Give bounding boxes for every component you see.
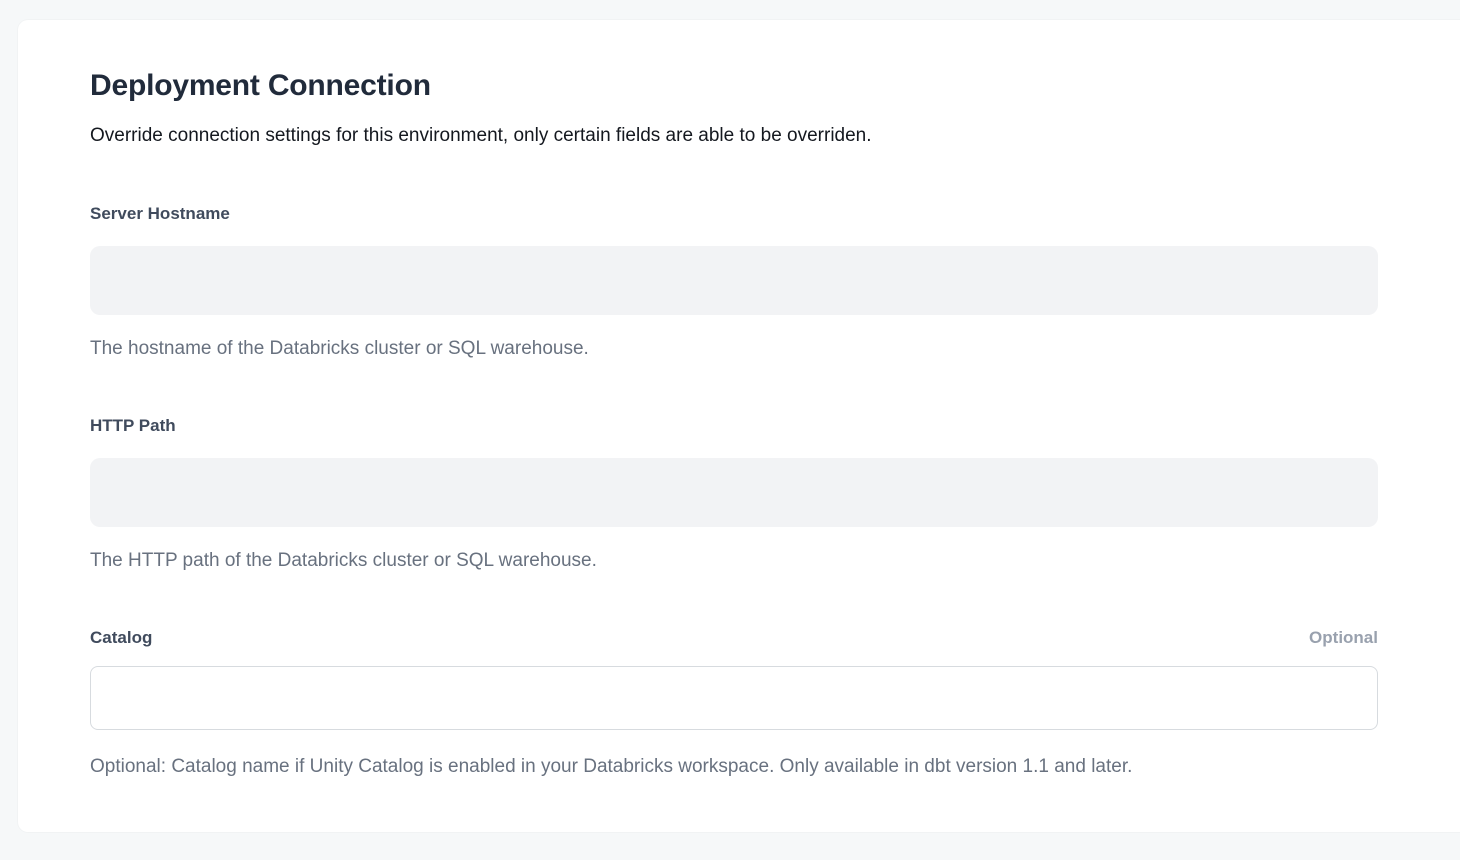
form-group-http-path: HTTP Path The HTTP path of the Databrick… [90,414,1378,574]
deployment-connection-card: Deployment Connection Override connectio… [18,20,1460,832]
catalog-input[interactable] [90,666,1378,730]
page-title: Deployment Connection [90,66,1378,106]
server-hostname-label: Server Hostname [90,202,230,226]
catalog-optional-badge: Optional [1309,626,1378,650]
http-path-input [90,458,1378,527]
http-path-help-text: The HTTP path of the Databricks cluster … [90,548,1378,574]
catalog-help-text: Optional: Catalog name if Unity Catalog … [90,754,1378,780]
form-group-server-hostname: Server Hostname The hostname of the Data… [90,202,1378,362]
server-hostname-help-text: The hostname of the Databricks cluster o… [90,336,1378,362]
catalog-label: Catalog [90,626,152,650]
http-path-label: HTTP Path [90,414,176,438]
page-subtitle: Override connection settings for this en… [90,122,1378,150]
form-group-catalog: Catalog Optional Optional: Catalog name … [90,626,1378,780]
server-hostname-input [90,246,1378,315]
